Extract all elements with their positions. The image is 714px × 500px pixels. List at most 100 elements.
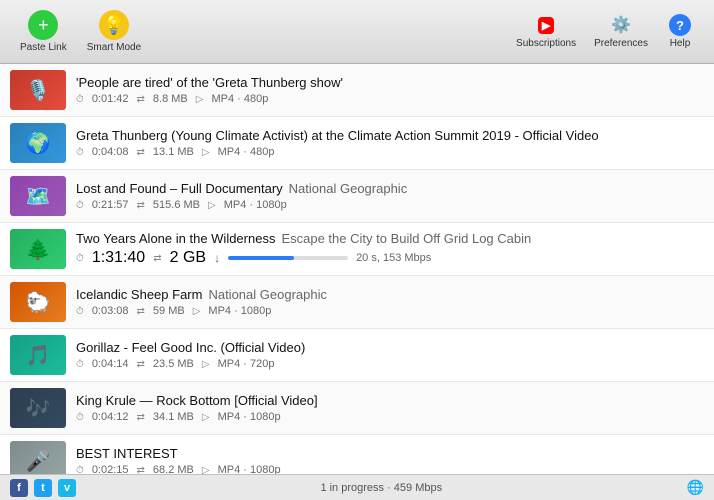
progress-text: 20 s, 153 Mbps	[356, 252, 431, 264]
thumb-image: 🎶	[10, 388, 66, 428]
facebook-icon[interactable]: f	[10, 479, 28, 497]
title-row: BEST INTEREST	[76, 446, 704, 463]
status-progress-text: 1 in progress · 459 Mbps	[86, 482, 677, 494]
item-title: King Krule — Rock Bottom [Official Video…	[76, 393, 318, 410]
duration-icon: ⏱	[76, 306, 84, 317]
size: 13.1 MB	[153, 146, 194, 158]
size: 68.2 MB	[153, 464, 194, 474]
thumb-image: 🌲	[10, 229, 66, 269]
format-icon: ▷	[202, 412, 210, 423]
size: 23.5 MB	[153, 358, 194, 370]
list-item[interactable]: 🎤 BEST INTEREST ⏱ 0:02:15 ⇄ 68.2 MB ▷ MP…	[0, 435, 714, 474]
quality: MP4 · 480p	[218, 146, 275, 158]
item-source: National Geographic	[208, 287, 327, 302]
size: 34.1 MB	[153, 411, 194, 423]
thumbnail: 🎤	[10, 441, 66, 474]
size-icon: ⇄	[137, 200, 145, 211]
preferences-button[interactable]: ⚙️ Preferences	[586, 10, 656, 53]
list-item[interactable]: 🎙️ 'People are tired' of the 'Greta Thun…	[0, 64, 714, 117]
size: 2 GB	[170, 249, 206, 267]
size: 59 MB	[153, 305, 185, 317]
thumb-image: 🎤	[10, 441, 66, 474]
quality: MP4 · 1080p	[218, 464, 281, 474]
item-title: Lost and Found – Full Documentary	[76, 181, 283, 198]
format-icon: ▷	[202, 359, 210, 370]
help-button[interactable]: ? Help	[658, 10, 702, 53]
preferences-icon: ⚙️	[607, 14, 635, 36]
duration-icon: ⏱	[76, 412, 84, 423]
format-icon: ▷	[202, 147, 210, 158]
smart-mode-button[interactable]: 💡 Smart Mode	[79, 6, 149, 57]
list-item[interactable]: 🌲 Two Years Alone in the Wilderness Esca…	[0, 223, 714, 276]
help-label: Help	[670, 38, 691, 49]
list-item[interactable]: 🗺️ Lost and Found – Full Documentary Nat…	[0, 170, 714, 223]
format-icon: ▷	[202, 465, 210, 474]
list-item[interactable]: 🎵 Gorillaz - Feel Good Inc. (Official Vi…	[0, 329, 714, 382]
toolbar: + Paste Link 💡 Smart Mode ▶ Subscription…	[0, 0, 714, 64]
item-info: BEST INTEREST ⏱ 0:02:15 ⇄ 68.2 MB ▷ MP4 …	[76, 446, 704, 474]
thumbnail: 🎶	[10, 388, 66, 428]
download-list: 🎙️ 'People are tired' of the 'Greta Thun…	[0, 64, 714, 474]
format-icon: ▷	[208, 200, 216, 211]
item-info: Gorillaz - Feel Good Inc. (Official Vide…	[76, 340, 704, 371]
duration-icon: ⏱	[76, 253, 84, 264]
title-row: Greta Thunberg (Young Climate Activist) …	[76, 128, 704, 145]
thumbnail: 🗺️	[10, 176, 66, 216]
item-info: Lost and Found – Full Documentary Nation…	[76, 181, 704, 212]
item-info: Icelandic Sheep Farm National Geographic…	[76, 287, 704, 318]
duration-icon: ⏱	[76, 147, 84, 158]
duration: 0:04:08	[92, 146, 129, 158]
size-icon: ⇄	[137, 412, 145, 423]
subscriptions-icon: ▶	[532, 14, 560, 36]
duration: 1:31:40	[92, 249, 145, 267]
title-row: Icelandic Sheep Farm National Geographic	[76, 287, 704, 304]
download-arrow-icon: ↓	[214, 251, 220, 265]
twitter-icon[interactable]: t	[34, 479, 52, 497]
duration: 0:04:12	[92, 411, 129, 423]
paste-link-button[interactable]: + Paste Link	[12, 6, 75, 57]
subscriptions-button[interactable]: ▶ Subscriptions	[508, 10, 584, 53]
quality: MP4 · 1080p	[208, 305, 271, 317]
quality: MP4 · 1080p	[224, 199, 287, 211]
item-title: Two Years Alone in the Wilderness	[76, 231, 275, 248]
title-row: King Krule — Rock Bottom [Official Video…	[76, 393, 704, 410]
item-title: 'People are tired' of the 'Greta Thunber…	[76, 75, 343, 92]
thumb-image: 🎵	[10, 335, 66, 375]
item-info: Greta Thunberg (Young Climate Activist) …	[76, 128, 704, 159]
item-info: Two Years Alone in the Wilderness Escape…	[76, 231, 704, 268]
format-icon: ▷	[196, 94, 204, 105]
duration-icon: ⏱	[76, 200, 84, 211]
social-icons: f t v	[10, 479, 76, 497]
duration-icon: ⏱	[76, 94, 84, 105]
duration: 0:21:57	[92, 199, 129, 211]
duration: 0:02:15	[92, 464, 129, 474]
duration: 0:03:08	[92, 305, 129, 317]
preferences-label: Preferences	[594, 38, 648, 49]
size-icon: ⇄	[137, 306, 145, 317]
help-icon: ?	[666, 14, 694, 36]
thumb-image: 🎙️	[10, 70, 66, 110]
paste-link-icon: +	[28, 10, 58, 40]
thumb-image: 🐑	[10, 282, 66, 322]
smart-mode-label: Smart Mode	[87, 42, 141, 53]
size: 515.6 MB	[153, 199, 200, 211]
globe-icon: 🌐	[687, 479, 704, 496]
quality: MP4 · 1080p	[218, 411, 281, 423]
progress-bar	[228, 256, 348, 260]
list-item[interactable]: 🌍 Greta Thunberg (Young Climate Activist…	[0, 117, 714, 170]
title-row: Lost and Found – Full Documentary Nation…	[76, 181, 704, 198]
list-item[interactable]: 🐑 Icelandic Sheep Farm National Geograph…	[0, 276, 714, 329]
duration: 0:04:14	[92, 358, 129, 370]
size-icon: ⇄	[137, 147, 145, 158]
thumbnail: 🐑	[10, 282, 66, 322]
item-info: 'People are tired' of the 'Greta Thunber…	[76, 75, 704, 106]
smart-mode-icon: 💡	[99, 10, 129, 40]
format-icon: ▷	[193, 306, 201, 317]
list-item[interactable]: 🎶 King Krule — Rock Bottom [Official Vid…	[0, 382, 714, 435]
size: 8.8 MB	[153, 93, 188, 105]
thumbnail: 🌲	[10, 229, 66, 269]
item-source: Escape the City to Build Off Grid Log Ca…	[281, 231, 531, 246]
title-row: Gorillaz - Feel Good Inc. (Official Vide…	[76, 340, 704, 357]
item-title: Greta Thunberg (Young Climate Activist) …	[76, 128, 599, 145]
vimeo-icon[interactable]: v	[58, 479, 76, 497]
